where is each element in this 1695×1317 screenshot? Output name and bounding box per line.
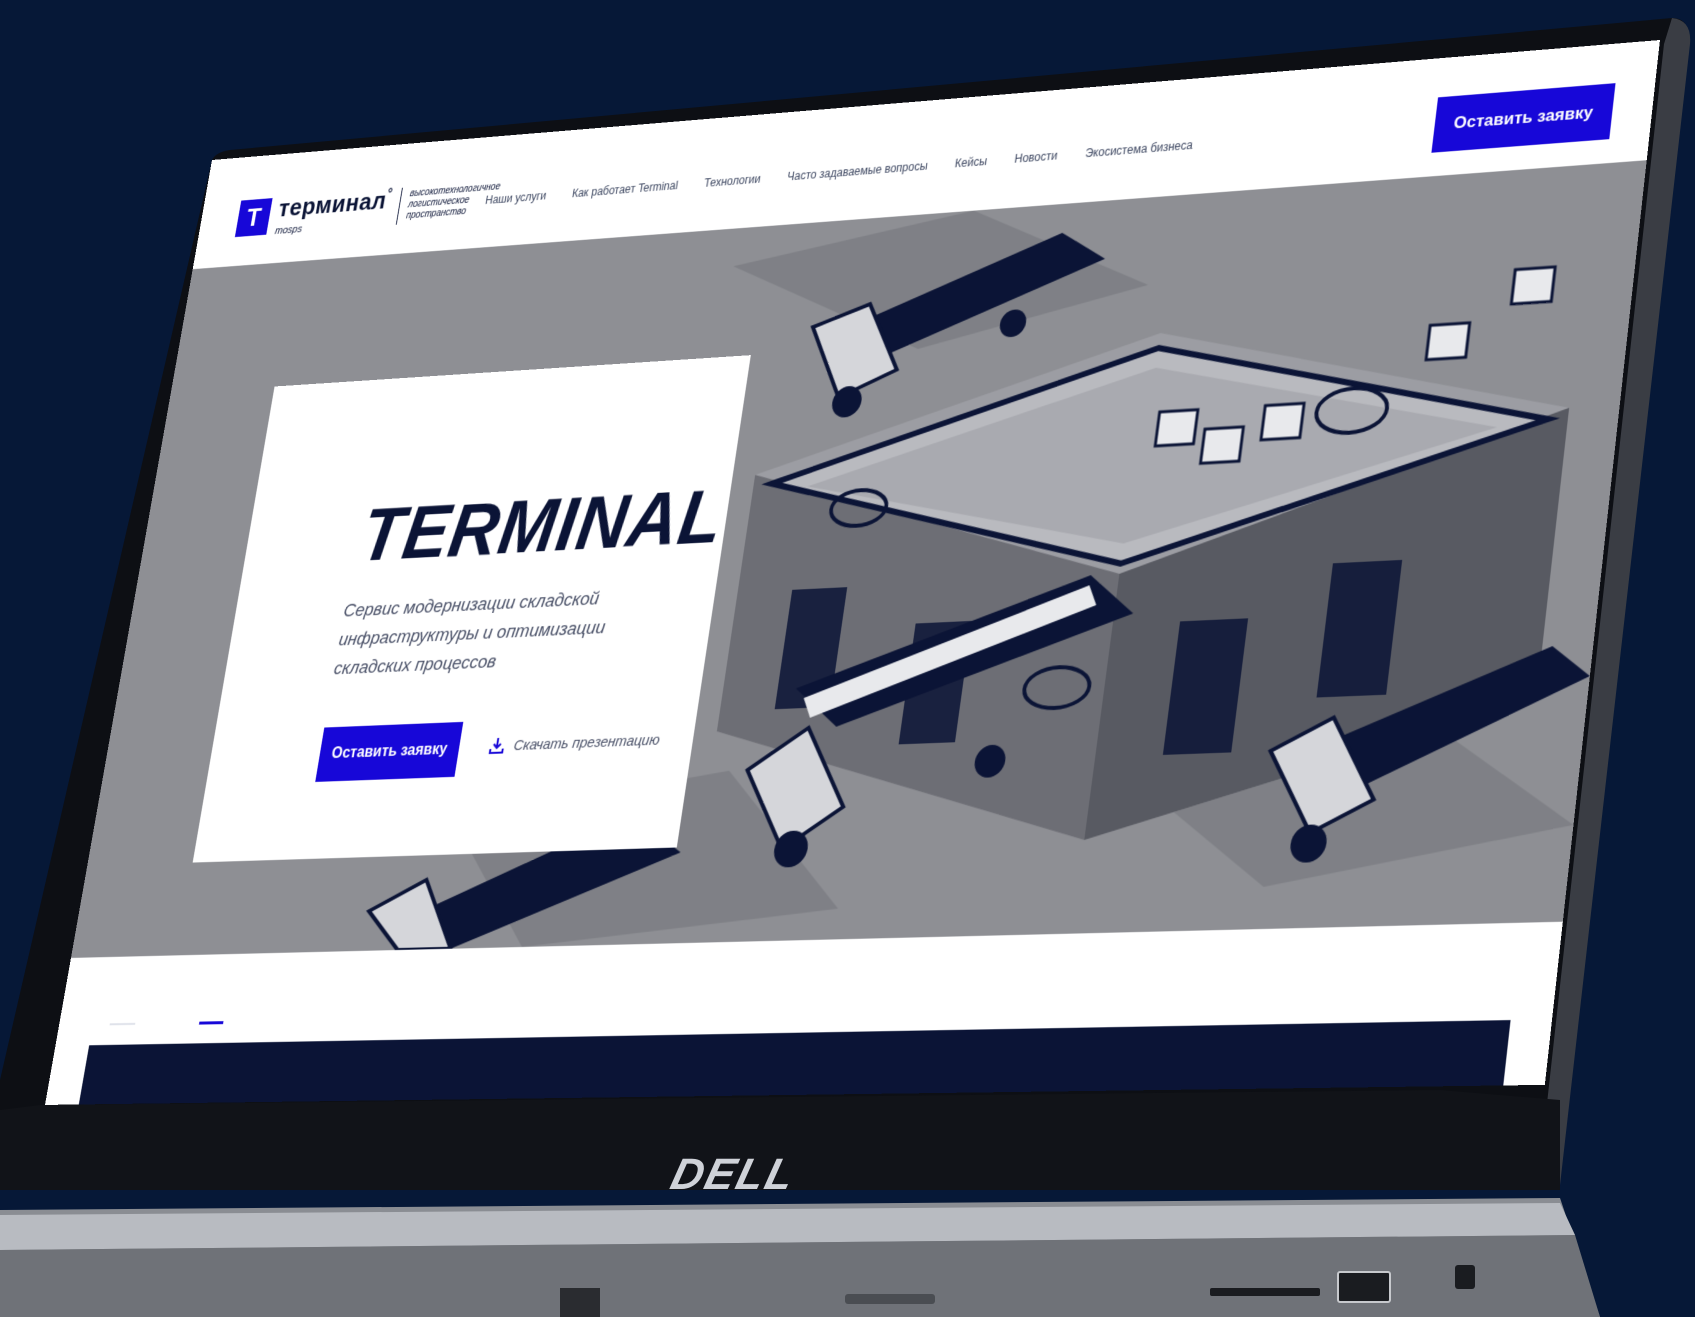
device-brand-logo: DELL xyxy=(666,1150,802,1199)
logo-divider xyxy=(395,187,403,225)
header-request-button[interactable]: Оставить заявку xyxy=(1431,83,1616,153)
laptop-screen: T терминал ° mosps высокотехнологичное л… xyxy=(44,39,1660,1105)
main-navigation: Наши услуги Как работает Terminal Технол… xyxy=(484,138,1193,207)
slider-indicator-active[interactable] xyxy=(198,1021,224,1025)
download-presentation-label: Скачать презентацию xyxy=(512,731,661,754)
download-icon xyxy=(488,737,507,755)
download-presentation-link[interactable]: Скачать презентацию xyxy=(488,731,661,755)
website-page: T терминал ° mosps высокотехнологичное л… xyxy=(44,39,1660,1105)
nav-item-ecosystem[interactable]: Экосистема бизнеса xyxy=(1084,138,1193,160)
brand-logo[interactable]: T терминал ° mosps высокотехнологичное л… xyxy=(234,175,512,240)
hero-subtitle: Сервис модернизации складской инфраструк… xyxy=(332,588,607,680)
nav-item-technologies[interactable]: Технологии xyxy=(703,172,761,190)
logo-text: терминал ° mosps xyxy=(274,186,394,237)
hero-section: TERMINAL Сервис модернизации складской и… xyxy=(70,160,1647,958)
nav-item-how-it-works[interactable]: Как работает Terminal xyxy=(571,179,679,200)
nav-item-faq[interactable]: Часто задаваемые вопросы xyxy=(786,159,928,183)
logo-mark: T xyxy=(234,198,273,238)
nav-item-cases[interactable]: Кейсы xyxy=(954,154,988,170)
hero-card: TERMINAL Сервис модернизации складской и… xyxy=(192,355,751,863)
hero-request-button[interactable]: Оставить заявку xyxy=(315,721,464,782)
hero-title: TERMINAL xyxy=(355,472,730,578)
nav-item-news[interactable]: Новости xyxy=(1014,149,1059,166)
